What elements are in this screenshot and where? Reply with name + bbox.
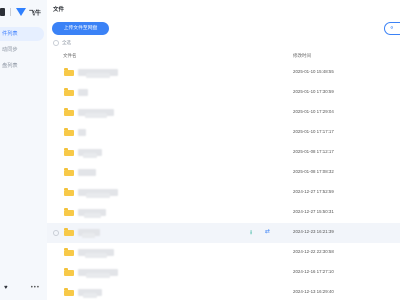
file-name-redacted: [83, 153, 97, 158]
file-name-redacted[interactable]: [78, 89, 88, 96]
file-name-redacted: [82, 233, 95, 238]
table-row[interactable]: 2025-01-10 15:48:55: [47, 63, 400, 83]
folder-icon: [64, 248, 74, 256]
logo-divider: [10, 8, 11, 16]
table-row[interactable]: ⭳ ⇄ 2024-12-23 16:21:39: [47, 223, 400, 243]
folder-icon: [64, 68, 74, 76]
modified-time: 2025-01-10 15:48:55: [293, 69, 334, 74]
folder-icon: [64, 288, 74, 296]
page-title: 文件: [53, 7, 65, 13]
upload-to-drive-button[interactable]: 上传文件至网盘: [52, 22, 109, 35]
file-name-redacted: [86, 193, 110, 198]
file-name-redacted[interactable]: [78, 169, 96, 176]
table-row[interactable]: 2025-01-08 17:12:17: [47, 143, 400, 163]
folder-icon: [64, 108, 74, 116]
folder-icon: [64, 88, 74, 96]
table-row[interactable]: 2024-12-13 16:29:40: [47, 283, 400, 303]
folder-icon: [64, 268, 74, 276]
table-row[interactable]: 2025-01-10 17:30:59: [47, 83, 400, 103]
table-row[interactable]: 2024-12-27 15:50:31: [47, 203, 400, 223]
table-row[interactable]: 2025-01-10 17:17:17: [47, 123, 400, 143]
share-icon: ⚬: [389, 25, 395, 32]
select-all-label: 全选: [62, 40, 71, 45]
file-name-redacted: [85, 113, 107, 118]
sidebar-item-file-list[interactable]: 件列表: [0, 27, 44, 41]
file-list: 2025-01-10 15:48:55 2025-01-10 17:30:59 20…: [47, 63, 400, 303]
modified-time: 2025-01-08 17:08:32: [293, 169, 334, 174]
folder-icon: [64, 128, 74, 136]
row-checkbox[interactable]: [53, 230, 59, 236]
logo-text: 飞牛: [29, 10, 42, 17]
select-all[interactable]: 全选: [53, 40, 71, 46]
sidebar-item-auto-sync[interactable]: 动同步: [0, 43, 44, 57]
share-button[interactable]: ⚬: [384, 22, 400, 35]
file-name-redacted: [86, 273, 110, 278]
share-link-icon[interactable]: ⇄: [265, 228, 270, 235]
heart-icon[interactable]: ♥: [4, 285, 8, 291]
sidebar-footer: ♥ •••: [4, 285, 40, 291]
main-panel: 文件 上传文件至网盘 ⚬ 全选 文件名 修改时间 2025-01-10 15:4…: [47, 0, 400, 300]
modified-time: 2024-12-13 16:29:40: [293, 289, 334, 294]
folder-icon: [64, 168, 74, 176]
column-header-name[interactable]: 文件名: [63, 53, 77, 59]
file-name-redacted: [85, 253, 107, 258]
modified-time: 2024-12-27 17:52:59: [293, 189, 334, 194]
folder-icon: [64, 208, 74, 216]
table-row[interactable]: 2024-12-27 17:52:59: [47, 183, 400, 203]
table-row[interactable]: 2025-01-08 17:08:32: [47, 163, 400, 183]
column-header-modified[interactable]: 修改时间: [293, 53, 311, 59]
file-name-redacted: [86, 73, 110, 78]
folder-icon: [64, 228, 74, 236]
modified-time: 2025-01-10 17:17:17: [293, 129, 334, 134]
modified-time: 2024-12-16 17:27:10: [293, 269, 334, 274]
modified-time: 2024-12-23 16:21:39: [293, 229, 334, 234]
modified-time: 2024-12-27 15:50:31: [293, 209, 334, 214]
modified-time: 2024-12-22 22:30:58: [293, 249, 334, 254]
more-icon[interactable]: •••: [31, 285, 40, 291]
select-all-checkbox[interactable]: [53, 40, 59, 46]
file-name-redacted: [84, 213, 101, 218]
folder-icon: [64, 188, 74, 196]
folder-icon: [64, 148, 74, 156]
modified-time: 2025-01-08 17:12:17: [293, 149, 334, 154]
file-name-redacted[interactable]: [78, 129, 86, 136]
table-row[interactable]: 2025-01-10 17:29:04: [47, 103, 400, 123]
sidebar: 飞牛 件列表 动同步 盘列表 ♥ •••: [0, 0, 47, 300]
feiniu-logo-icon: [16, 8, 26, 16]
modified-time: 2025-01-10 17:29:04: [293, 109, 334, 114]
file-name-redacted: [83, 293, 97, 298]
app-icon: [0, 8, 5, 16]
download-icon[interactable]: ⭳: [250, 228, 252, 238]
modified-time: 2025-01-10 17:30:59: [293, 89, 334, 94]
table-row[interactable]: 2024-12-22 22:30:58: [47, 243, 400, 263]
sidebar-item-drive-list[interactable]: 盘列表: [0, 59, 44, 73]
logo: 飞牛: [0, 6, 41, 18]
table-row[interactable]: 2024-12-16 17:27:10: [47, 263, 400, 283]
